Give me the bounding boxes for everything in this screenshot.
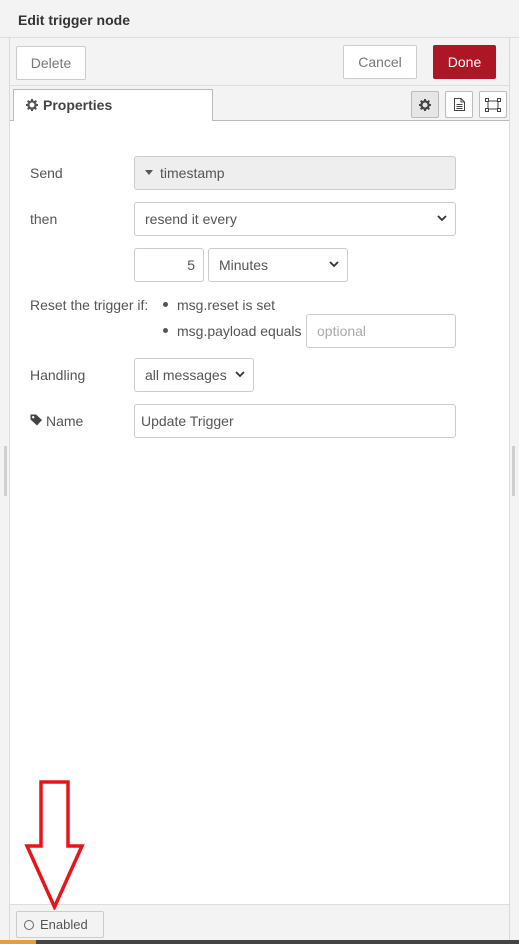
reset-payload-placeholder: optional — [317, 323, 367, 339]
send-value: timestamp — [160, 165, 225, 181]
interval-units-select[interactable]: Minutes — [208, 248, 348, 282]
handling-value: all messages — [145, 367, 227, 383]
tab-properties-label: Properties — [43, 97, 113, 113]
enabled-toggle-button[interactable]: Enabled — [16, 911, 104, 938]
appearance-tab-button[interactable] — [479, 91, 507, 118]
handling-label: Handling — [30, 367, 86, 383]
interval-input[interactable]: 5 — [134, 248, 204, 282]
frame-icon — [485, 97, 501, 112]
document-icon — [453, 98, 465, 111]
gear-icon — [26, 99, 38, 111]
reset-condition-msg-reset: msg.reset is set — [177, 297, 276, 313]
dialog-title: Edit trigger node — [18, 12, 130, 28]
name-input[interactable]: Update Trigger — [134, 404, 456, 438]
then-label: then — [30, 211, 58, 227]
reset-payload-input[interactable]: optional — [306, 314, 456, 348]
handling-select[interactable]: all messages — [134, 358, 254, 392]
caret-down-icon — [145, 170, 153, 175]
interval-units-value: Minutes — [219, 257, 269, 273]
send-label: Send — [30, 165, 63, 181]
dialog-footer: Enabled — [10, 904, 509, 940]
chevron-down-icon — [235, 371, 245, 378]
then-select[interactable]: resend it every — [134, 202, 456, 236]
settings-tab-button[interactable] — [411, 91, 439, 118]
properties-panel: Send timestamp then resend it every 5 Mi… — [10, 121, 509, 904]
gear-icon — [419, 98, 431, 111]
then-value: resend it every — [145, 211, 237, 227]
left-resize-handle[interactable] — [4, 446, 7, 496]
right-resize-handle[interactable] — [512, 446, 515, 496]
tab-properties[interactable]: Properties — [13, 89, 213, 122]
circle-icon — [24, 920, 34, 930]
bottom-strip — [0, 940, 519, 944]
description-tab-button[interactable] — [445, 91, 473, 118]
chevron-down-icon — [329, 261, 339, 268]
reset-label: Reset the trigger if: — [30, 297, 149, 313]
bottom-strip-accent — [0, 940, 36, 944]
delete-button[interactable]: Delete — [16, 46, 86, 80]
send-type-field[interactable]: timestamp — [134, 156, 456, 190]
chevron-down-icon — [437, 215, 447, 222]
done-button[interactable]: Done — [433, 45, 496, 79]
tab-bar: Properties — [10, 86, 509, 122]
bullet — [163, 328, 168, 333]
button-bar: Delete Cancel Done — [10, 38, 509, 86]
dialog-header: Edit trigger node — [0, 0, 519, 38]
enabled-label: Enabled — [40, 917, 88, 932]
bullet — [163, 302, 168, 307]
reset-condition-payload: msg.payload equals — [177, 323, 302, 339]
name-label: Name — [46, 413, 84, 429]
cancel-button[interactable]: Cancel — [343, 45, 417, 79]
tag-icon — [30, 414, 42, 426]
